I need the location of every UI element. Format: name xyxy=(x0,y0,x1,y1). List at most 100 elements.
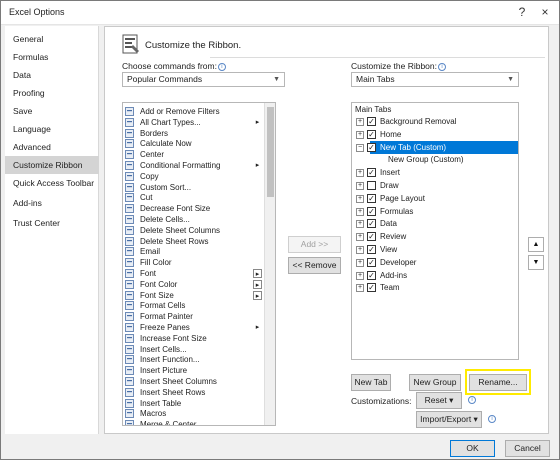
tree-item[interactable]: − ✓ New Tab (Custom) xyxy=(352,142,516,154)
add-button[interactable]: Add >> xyxy=(288,236,341,253)
commands-list[interactable]: Add or Remove Filters All Chart Types... ▸… xyxy=(122,102,276,426)
command-item[interactable]: Increase Font Size xyxy=(123,333,263,344)
tab-checkbox[interactable]: ✓ xyxy=(367,142,376,152)
tab-checkbox[interactable]: ✓ xyxy=(367,245,376,254)
expand-icon[interactable]: + xyxy=(356,246,364,254)
command-item[interactable]: Macros xyxy=(123,408,263,419)
tree-item[interactable]: + ✓ Developer xyxy=(352,257,516,269)
command-item[interactable]: All Chart Types... ▸ xyxy=(123,117,263,128)
tree-item[interactable]: + ✓ Formulas xyxy=(352,206,516,218)
expand-icon[interactable]: + xyxy=(356,271,364,280)
command-item[interactable]: Merge & Center xyxy=(123,419,263,425)
nav-item-formulas[interactable]: Formulas xyxy=(5,48,99,66)
nav-item-quick-access-toolbar[interactable]: Quick Access Toolbar xyxy=(5,174,99,192)
nav-item-advanced[interactable]: Advanced xyxy=(5,138,99,156)
expand-icon[interactable]: + xyxy=(356,194,364,203)
tab-checkbox[interactable]: ✓ xyxy=(367,206,376,216)
expand-icon[interactable]: + xyxy=(356,169,364,178)
tree-item[interactable]: + ✓ Insert xyxy=(352,167,516,179)
expand-icon[interactable]: + xyxy=(356,130,364,139)
move-down-button[interactable]: ▼ xyxy=(528,255,544,270)
command-item[interactable]: Calculate Now xyxy=(123,138,263,149)
command-item[interactable]: Format Cells xyxy=(123,300,263,311)
command-item[interactable]: Decrease Font Size xyxy=(123,203,263,214)
command-item[interactable]: Center xyxy=(123,149,263,160)
close-icon[interactable]: × xyxy=(536,3,554,21)
tab-checkbox[interactable]: ✓ xyxy=(367,283,376,293)
nav-item-general[interactable]: General xyxy=(5,30,99,48)
command-item[interactable]: Delete Cells... xyxy=(123,214,263,225)
tree-item[interactable]: + ✓ Add-ins xyxy=(352,270,516,282)
command-item[interactable]: Fill Color xyxy=(123,257,263,268)
scroll-thumb[interactable] xyxy=(267,107,274,197)
command-item[interactable]: Copy xyxy=(123,171,263,182)
nav-item-proofing[interactable]: Proofing xyxy=(5,84,99,102)
command-item[interactable]: Delete Sheet Columns xyxy=(123,225,263,236)
command-item[interactable]: Email xyxy=(123,246,263,257)
tree-item[interactable]: + ✓ Home xyxy=(352,129,516,141)
move-up-button[interactable]: ▲ xyxy=(528,237,544,252)
expand-icon[interactable]: + xyxy=(356,220,364,229)
command-item[interactable]: Borders xyxy=(123,128,263,139)
nav-item-language[interactable]: Language xyxy=(5,120,99,138)
tab-checkbox[interactable]: ✓ xyxy=(367,232,376,242)
expand-icon[interactable]: + xyxy=(356,118,364,126)
tab-checkbox[interactable]: ✓ xyxy=(367,193,376,203)
tree-item[interactable]: + ✓ Data xyxy=(352,218,516,230)
command-item[interactable]: Cut xyxy=(123,192,263,203)
command-item[interactable]: Insert Sheet Rows xyxy=(123,387,263,398)
tree-item[interactable]: + ✓ View xyxy=(352,244,516,256)
expand-icon[interactable]: + xyxy=(356,233,364,242)
command-item[interactable]: Freeze Panes ▸ xyxy=(123,322,263,333)
command-item[interactable]: Add or Remove Filters xyxy=(123,106,263,117)
tab-checkbox[interactable]: ✓ xyxy=(367,117,376,126)
command-item[interactable]: Insert Sheet Columns xyxy=(123,376,263,387)
nav-item-save[interactable]: Save xyxy=(5,102,99,120)
command-item[interactable]: Insert Function... xyxy=(123,354,263,365)
rename-button[interactable]: Rename... xyxy=(469,374,527,391)
cancel-button[interactable]: Cancel xyxy=(505,440,550,457)
nav-item-trust-center[interactable]: Trust Center xyxy=(5,214,99,232)
command-item[interactable]: Custom Sort... xyxy=(123,182,263,193)
command-item[interactable]: Font ▸ xyxy=(123,268,263,279)
nav-item-add-ins[interactable]: Add-ins xyxy=(5,194,99,212)
tree-item[interactable]: + ✓ Background Removal xyxy=(352,116,516,128)
tree-item[interactable]: New Group (Custom) xyxy=(352,154,516,166)
tab-checkbox[interactable] xyxy=(367,181,376,190)
ok-button[interactable]: OK xyxy=(450,440,495,457)
nav-item-data[interactable]: Data xyxy=(5,66,99,84)
tree-item[interactable]: + ✓ Review xyxy=(352,231,516,243)
tree-item[interactable]: + ✓ Team xyxy=(352,282,516,294)
command-item[interactable]: Insert Picture xyxy=(123,365,263,376)
command-item[interactable]: Format Painter xyxy=(123,311,263,322)
command-item[interactable]: Conditional Formatting ▸ xyxy=(123,160,263,171)
command-item[interactable]: Insert Table xyxy=(123,398,263,409)
tab-checkbox[interactable]: ✓ xyxy=(367,257,376,267)
expand-icon[interactable]: + xyxy=(356,182,364,190)
reset-button[interactable]: Reset ▾ xyxy=(416,392,462,409)
tab-checkbox[interactable]: ✓ xyxy=(367,168,376,178)
customize-ribbon-dropdown[interactable]: Main Tabs ▼ xyxy=(351,72,519,87)
tree-item[interactable]: + ✓ Page Layout xyxy=(352,193,516,205)
new-group-button[interactable]: New Group xyxy=(409,374,461,391)
expand-icon[interactable]: + xyxy=(356,284,364,293)
nav-item-customize-ribbon[interactable]: Customize Ribbon xyxy=(5,156,99,174)
tab-checkbox[interactable]: ✓ xyxy=(367,129,376,139)
commands-scrollbar[interactable] xyxy=(264,103,275,425)
remove-button[interactable]: << Remove xyxy=(288,257,341,274)
expand-icon[interactable]: + xyxy=(356,207,364,216)
choose-commands-dropdown[interactable]: Popular Commands ▼ xyxy=(122,72,285,87)
tab-checkbox[interactable]: ✓ xyxy=(367,219,376,229)
tree-item[interactable]: + Draw xyxy=(352,180,516,192)
collapse-icon[interactable]: − xyxy=(356,143,364,152)
command-item[interactable]: Font Color ▸ xyxy=(123,279,263,290)
import-export-button[interactable]: Import/Export ▾ xyxy=(416,411,482,428)
command-item[interactable]: Delete Sheet Rows xyxy=(123,236,263,247)
expand-icon[interactable]: + xyxy=(356,258,364,267)
help-icon[interactable]: ? xyxy=(513,3,531,21)
command-item[interactable]: Font Size ▸ xyxy=(123,290,263,301)
tab-checkbox[interactable]: ✓ xyxy=(367,270,376,280)
command-item[interactable]: Insert Cells... xyxy=(123,344,263,355)
new-tab-button[interactable]: New Tab xyxy=(351,374,391,391)
ribbon-tree[interactable]: Main Tabs + ✓ Background Removal + ✓ Home − ✓ New… xyxy=(351,102,519,360)
